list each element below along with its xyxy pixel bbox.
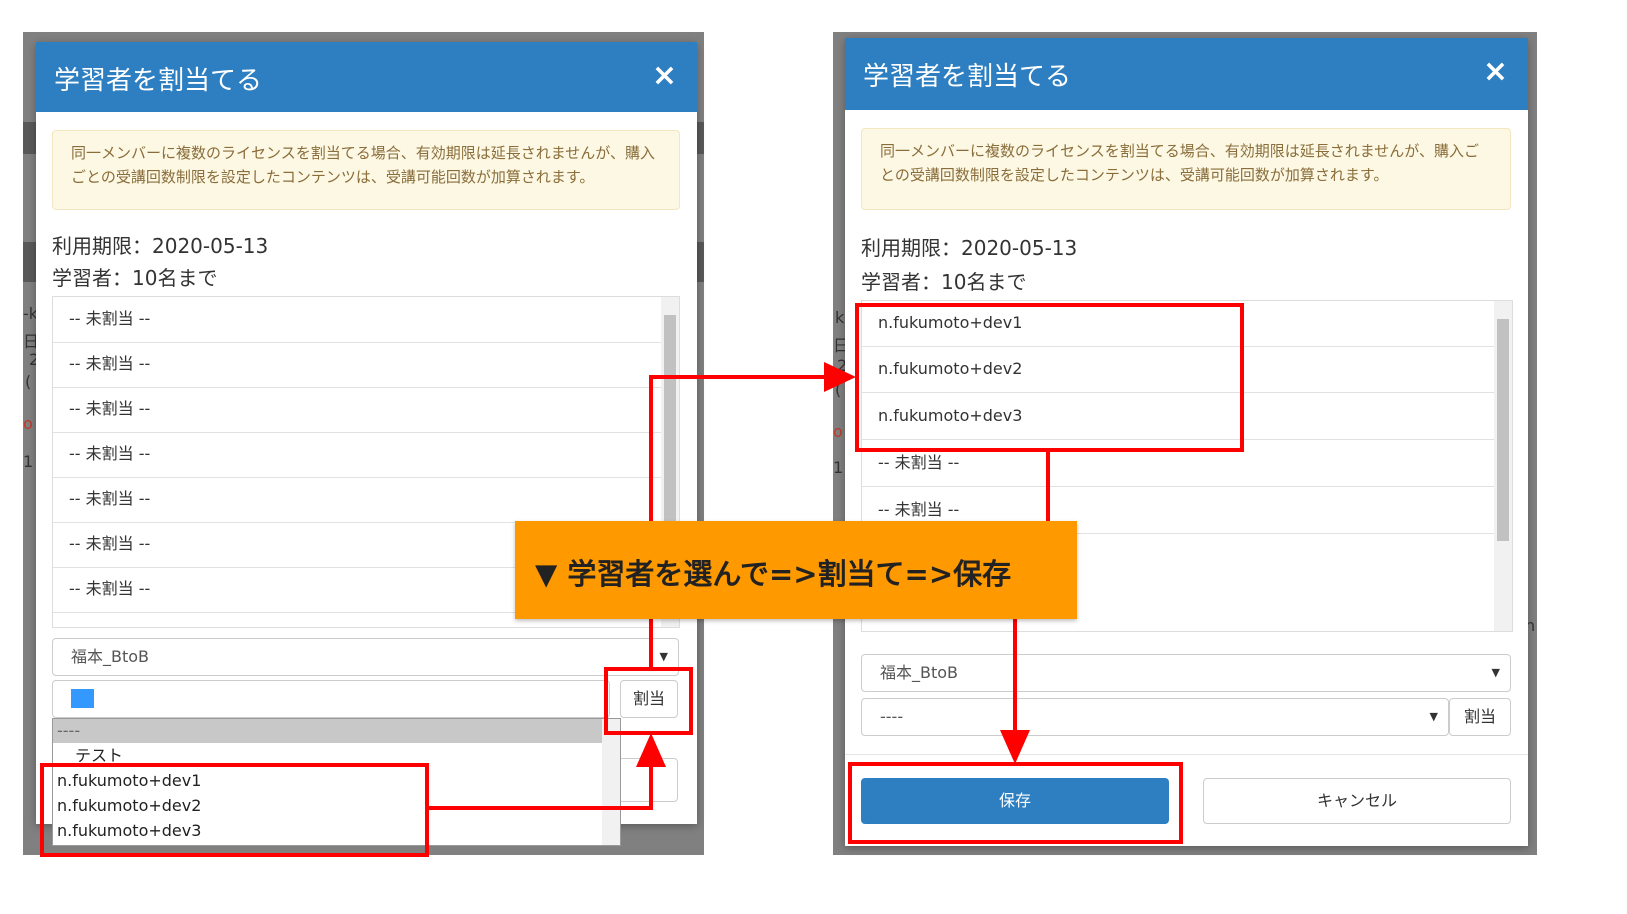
group-select[interactable]: 福本_BtoB ▼ [861,654,1511,692]
list-item[interactable]: -- 未割当 -- [53,297,661,343]
assign-button[interactable]: 割当 [1449,698,1511,736]
arrow-line [1046,452,1050,522]
dropdown-scrollbar[interactable] [602,719,620,845]
highlight-assign-button [604,667,693,735]
arrow-line [649,375,827,379]
user-select[interactable]: ---- [52,680,610,718]
arrow-down-icon [1000,730,1030,764]
bg-fragment: o [833,422,843,441]
chevron-down-icon: ▼ [1491,666,1500,679]
bg-fragment: o [23,414,33,433]
highlight-save-button [848,762,1183,844]
list-item[interactable]: -- 未割当 -- [53,432,661,478]
bg-fragment: 1 [833,458,844,477]
bg-fragment: ( [25,372,32,391]
group-select-value: 福本_BtoB [71,647,150,666]
user-select-value: ---- [880,707,904,726]
instruction-text: ▼ 学習者を選んで=>割当て=>保存 [535,557,1012,591]
close-icon[interactable]: × [1483,54,1508,89]
highlight-assigned-rows [855,303,1244,452]
arrow-line [1013,618,1017,732]
learner-limit: 学習者：10名まで [861,270,1027,294]
cancel-button[interactable]: キャンセル [1203,778,1511,824]
user-select-value: ---- [71,689,95,708]
list-item[interactable]: -- 未割当 -- [53,477,661,523]
modal-title: 学習者を割当てる [863,62,1072,92]
scrollbar[interactable] [1494,301,1512,631]
group-select-value: 福本_BtoB [880,663,959,682]
learner-limit: 学習者：10名まで [52,266,218,290]
dropdown-option[interactable]: ---- [53,719,602,743]
expiry-date: 利用期限：2020-05-13 [861,236,1078,260]
instruction-banner: ▼ 学習者を選んで=>割当て=>保存 [515,521,1077,619]
highlight-dropdown-options [40,763,429,857]
chevron-down-icon: ▼ [1429,710,1438,723]
list-item[interactable]: -- 未割当 -- [53,387,661,433]
list-item[interactable]: -- 未割当 -- [53,342,661,388]
expiry-date: 利用期限：2020-05-13 [52,234,269,258]
notice-alert: 同一メンバーに複数のライセンスを割当てる場合、有効期限は延長されませんが、購入ご… [52,130,680,210]
arrow-line [649,764,653,810]
close-icon[interactable]: × [652,58,677,93]
arrow-line [429,806,653,810]
user-select[interactable]: ---- ▼ [861,698,1449,736]
bg-fragment: k [835,308,845,327]
scrollbar-thumb[interactable] [1497,319,1509,541]
modal-title: 学習者を割当てる [54,66,263,96]
group-select[interactable]: 福本_BtoB ▼ [52,638,679,676]
arrow-up-icon [636,733,666,767]
assign-modal-left: 学習者を割当てる × 同一メンバーに複数のライセンスを割当てる場合、有効期限は延… [36,42,697,846]
modal-footer-divider [845,754,1528,755]
notice-alert: 同一メンバーに複数のライセンスを割当てる場合、有効期限は延長されませんが、購入ご… [861,128,1511,210]
modal-header: 学習者を割当てる × [36,42,697,112]
modal-header: 学習者を割当てる × [845,38,1528,110]
bg-fragment: 1 [23,452,34,471]
arrow-right-icon [824,362,856,392]
